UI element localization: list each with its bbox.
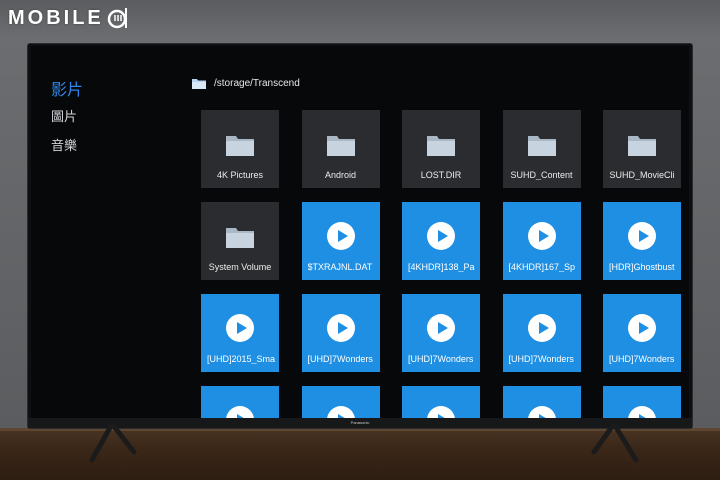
play-icon [527, 314, 556, 342]
video-tile[interactable] [603, 386, 681, 418]
watermark-logo: MOBILE [8, 6, 130, 30]
path-text: /storage/Transcend [214, 78, 300, 89]
folder-icon [226, 134, 254, 156]
folder-tile[interactable]: SUHD_MovieCli [603, 110, 681, 188]
watermark-text: MOBILE [8, 6, 104, 29]
play-icon [326, 222, 355, 250]
tile-label: [UHD]7Wonders [508, 354, 574, 364]
tile-label: LOST.DIR [420, 170, 462, 180]
tile-label: System Volume [208, 262, 272, 272]
folder-tile[interactable]: System Volume [201, 202, 279, 280]
sidebar-item-music[interactable]: 音樂 [51, 139, 83, 155]
play-icon [527, 222, 556, 250]
folder-icon [527, 134, 556, 156]
tv-stand-left [89, 424, 137, 463]
folder-icon [427, 134, 455, 156]
tile-label: SUHD_MovieCli [609, 170, 675, 180]
play-icon [527, 406, 556, 418]
video-tile[interactable]: [UHD]7Wonders [502, 294, 581, 372]
video-tile[interactable] [402, 386, 480, 418]
folder-tile[interactable]: 4K Pictures [201, 110, 279, 188]
folder-tile[interactable]: SUHD_Content [502, 110, 581, 188]
tile-label: [UHD]2015_Sma [207, 354, 276, 364]
tile-label: [UHD]7Wonders [307, 354, 373, 364]
play-icon [226, 314, 254, 342]
video-tile[interactable]: $TXRAJNL.DAT [301, 202, 380, 280]
play-icon [326, 406, 355, 418]
tile-label: [4KHDR]138_Pa [408, 262, 475, 272]
tile-label: Android [324, 170, 357, 180]
video-tile[interactable]: [UHD]2015_Sma [201, 294, 279, 372]
sidebar-item-pictures[interactable]: 圖片 [51, 110, 83, 126]
play-icon [427, 222, 455, 250]
tv-screen: 影片 圖片 音樂 /storage/Transcend 4K Pictures A… [31, 46, 689, 418]
tv-stand-right [591, 424, 639, 463]
video-tile[interactable]: [UHD]7Wonders [402, 294, 480, 372]
tile-label: [4KHDR]167_Sp [508, 262, 576, 272]
video-tile[interactable] [201, 386, 279, 418]
video-tile[interactable]: [UHD]7Wonders [301, 294, 380, 372]
folder-tile[interactable]: Android [301, 110, 380, 188]
fork-knife-logo-icon [107, 8, 127, 29]
video-tile[interactable]: [UHD]7Wonders [603, 294, 681, 372]
tile-label: SUHD_Content [510, 170, 573, 180]
play-icon [427, 314, 455, 342]
tv-brand-logo: Panasonic [350, 420, 370, 425]
tile-label: [HDR]Ghostbust [609, 262, 675, 272]
video-tile[interactable]: [HDR]Ghostbust [603, 202, 681, 280]
folder-tile[interactable]: LOST.DIR [402, 110, 480, 188]
folder-icon [628, 134, 656, 156]
breadcrumb: /storage/Transcend [192, 78, 300, 89]
folder-icon [226, 226, 254, 248]
tile-label: $TXRAJNL.DAT [307, 262, 373, 272]
file-grid: 4K Pictures Android LOST.DIR SUHD_Content SU… [201, 110, 689, 418]
play-icon [628, 314, 656, 342]
video-tile[interactable] [301, 386, 380, 418]
play-icon [226, 406, 254, 418]
category-sidebar: 影片 圖片 音樂 [51, 82, 83, 168]
play-icon [628, 406, 656, 418]
tile-label: [UHD]7Wonders [609, 354, 675, 364]
video-tile[interactable] [502, 386, 581, 418]
folder-icon [192, 79, 206, 89]
video-tile[interactable]: [4KHDR]167_Sp [502, 202, 581, 280]
folder-icon [326, 134, 355, 156]
tile-label: 4K Pictures [216, 170, 264, 180]
video-tile[interactable]: [4KHDR]138_Pa [402, 202, 480, 280]
play-icon [628, 222, 656, 250]
sidebar-item-video[interactable]: 影片 [51, 82, 83, 98]
play-icon [326, 314, 355, 342]
tile-label: [UHD]7Wonders [408, 354, 474, 364]
play-icon [427, 406, 455, 418]
